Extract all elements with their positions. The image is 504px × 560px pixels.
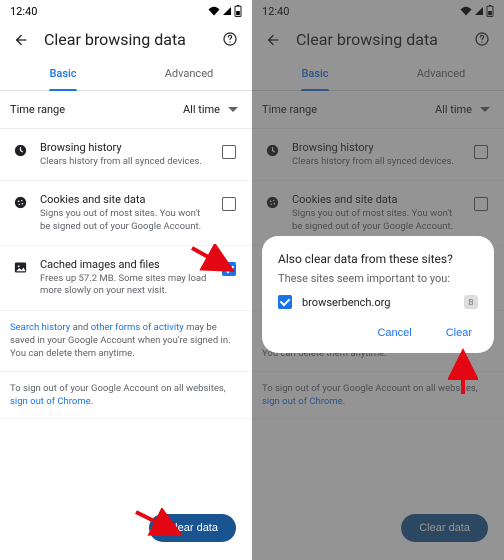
phone-left: 12:40 Clear browsing data Basic Advanced… [0,0,252,560]
time-range-row[interactable]: Time range All time [0,91,252,129]
dialog-subtitle: These sites seem important to you: [278,272,478,285]
help-icon [222,31,238,47]
status-icons [208,5,242,17]
cookie-icon [13,195,28,210]
site-favicon: B [464,295,478,309]
history-icon [13,143,28,158]
status-time: 12:40 [10,5,37,18]
link-other-activity[interactable]: other forms of activity [91,322,184,333]
row-desc: Signs you out of most sites. You won't b… [40,208,212,233]
link-signout-chrome[interactable]: sign out of Chrome [10,396,91,407]
note-signout: To sign out of your Google Account on al… [0,372,252,420]
time-range-label: Time range [10,103,65,116]
arrow-left-icon [13,32,29,48]
dialog-site-row[interactable]: browserbench.org B [278,295,478,309]
dialog-title: Also clear data from these sites? [278,252,478,266]
row-title: Cached images and files [40,258,212,271]
clear-data-button[interactable]: Clear data [149,514,236,542]
dialog-cancel-button[interactable]: Cancel [371,323,417,343]
note-search-history: Search history and other forms of activi… [0,311,252,372]
row-title: Cookies and site data [40,193,212,206]
tabs: Basic Advanced [0,57,252,91]
row-cache[interactable]: Cached images and files Frees up 57.2 MB… [0,246,252,311]
site-name: browserbench.org [302,296,390,309]
help-button[interactable] [222,31,240,49]
checkbox-site[interactable] [278,295,292,309]
row-title: Browsing history [40,141,212,154]
time-range-value: All time [183,103,220,116]
header: Clear browsing data [0,22,252,57]
battery-icon [234,5,242,17]
status-bar: 12:40 [0,0,252,22]
tab-advanced[interactable]: Advanced [126,57,252,90]
page-title: Clear browsing data [30,30,222,49]
chevron-down-icon [228,107,238,113]
row-desc: Frees up 57.2 MB. Some sites may load mo… [40,273,212,298]
checkbox-history[interactable] [222,145,236,159]
phone-right: 12:40 Clear browsing data Basic Advanced… [252,0,504,560]
image-icon [13,260,28,275]
row-cookies[interactable]: Cookies and site data Signs you out of m… [0,181,252,246]
row-browsing-history[interactable]: Browsing history Clears history from all… [0,129,252,181]
link-search-history[interactable]: Search history [10,322,70,333]
checkbox-cookies[interactable] [222,197,236,211]
checkbox-cache[interactable] [222,262,236,276]
wifi-icon [208,6,220,16]
confirm-dialog: Also clear data from these sites? These … [262,236,494,353]
row-desc: Clears history from all synced devices. [40,156,212,168]
back-button[interactable] [12,31,30,49]
tab-basic[interactable]: Basic [0,57,126,90]
dialog-clear-button[interactable]: Clear [440,323,478,343]
signal-icon [222,6,232,16]
